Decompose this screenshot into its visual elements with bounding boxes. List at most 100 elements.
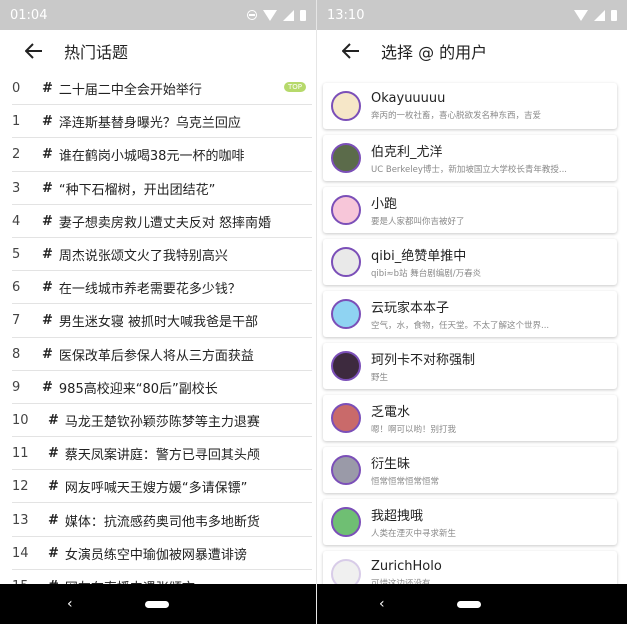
user-card[interactable]: 乏電水 嗯！啊可以哟！别打我: [323, 395, 617, 441]
user-list: Okayuuuuu 奔丙的一枚社畜，喜心脱欲发名种东西，吉爱伯克利_尤洋 UC Be…: [317, 72, 627, 584]
status-time: 01:04: [10, 7, 48, 23]
topic-title: 网友呼喊天王嫂方媛“多请保镖”: [64, 481, 248, 497]
topic-row[interactable]: 2 # 谁在鹤岗小城喝38元一杯的咖啡: [0, 138, 316, 172]
topic-rank: 6: [12, 280, 21, 296]
topic-rank: 0: [12, 81, 21, 97]
user-card[interactable]: 珂列卡不对称强制野生: [323, 343, 617, 389]
app-bar: 选择 @ 的用户: [317, 30, 627, 72]
hashtag-icon: #: [42, 114, 53, 130]
topic-title: 妻子想卖房救儿遭丈夫反对 怒摔南婚: [58, 215, 272, 231]
user-name: 伯克利_尤洋: [371, 145, 443, 160]
user-card[interactable]: 我超拽哦 人类在湮灭中寻求新生: [323, 499, 617, 545]
user-name: Okayuuuuu: [371, 91, 446, 106]
page-title: 热门话题: [64, 43, 129, 62]
hashtag-icon: #: [42, 81, 53, 97]
status-bar: 01:04: [0, 0, 316, 30]
user-info: Okayuuuuu 奔丙的一枚社畜，喜心脱欲发名种东西，吉爱: [371, 91, 541, 121]
avatar: [331, 143, 361, 173]
topic-title: 985高校迎来“80后”副校长: [58, 381, 218, 397]
hashtag-icon: #: [48, 545, 59, 561]
topic-rank: 12: [12, 479, 29, 495]
topic-row[interactable]: 0 # 二十届二中全会开始举行 TOP: [0, 72, 316, 106]
topic-row[interactable]: 5 # 周杰说张颂文火了我特别高兴: [0, 238, 316, 272]
topic-title: 周杰说张颂文火了我特别高兴: [58, 249, 228, 265]
topic-title: 二十届二中全会开始举行: [58, 83, 202, 99]
topic-row[interactable]: 12 # 网友呼喊天王嫂方媛“多请保镖”: [0, 470, 316, 504]
topic-rank: 4: [12, 213, 21, 229]
hashtag-icon: #: [48, 412, 59, 428]
hashtag-icon: #: [48, 446, 59, 462]
user-card[interactable]: 云玩家本本子 空气，水，食物，任天堂。不太了解这个世界...: [323, 291, 617, 337]
hashtag-icon: #: [42, 346, 53, 362]
user-card[interactable]: Okayuuuuu 奔丙的一枚社畜，喜心脱欲发名种东西，吉爱: [323, 83, 617, 129]
status-icons: [247, 9, 306, 21]
hashtag-icon: #: [42, 313, 53, 329]
user-bio: 人类在湮灭中寻求新生: [371, 529, 457, 539]
topic-row[interactable]: 8 # 医保改革后参保人将从三方面获益: [0, 338, 316, 371]
hashtag-icon: #: [48, 512, 59, 528]
topic-row[interactable]: 7 # 男生迷女寝 被抓时大喊我爸是干部: [0, 304, 316, 338]
navigation-bar: ‹: [0, 584, 316, 624]
topic-rank: 2: [12, 147, 21, 163]
topic-title: 医保改革后参保人将从三方面获益: [58, 348, 254, 364]
avatar: [331, 351, 361, 381]
topic-row[interactable]: 9 #985高校迎来“80后”副校长: [0, 371, 316, 404]
topic-rank: 1: [12, 114, 21, 130]
user-info: 我超拽哦 人类在湮灭中寻求新生: [371, 505, 456, 539]
user-card[interactable]: 伯克利_尤洋 UC Berkeley博士，新加坡国立大学校长青年教授...: [323, 135, 617, 181]
navigation-bar: ‹: [317, 584, 627, 624]
topic-title: 泽连斯基替身曝光？乌克兰回应: [58, 116, 241, 132]
battery-icon: [300, 9, 306, 21]
topic-row[interactable]: 6 # 在一线城市养老需要花多少钱？: [0, 271, 316, 305]
avatar: [331, 507, 361, 537]
avatar: [331, 247, 361, 277]
right-screen: 13:10 选择 @ 的用户 Okayuuuuu 奔丙的一枚社畜，喜心脱欲发名种东…: [317, 0, 627, 624]
user-info: 小跑要是人家都叫你吉被好了: [371, 193, 465, 227]
hashtag-icon: #: [42, 213, 53, 229]
user-card[interactable]: qibi_绝赞单推中 qibi≈b站 舞台剧编剧/万春炎: [323, 239, 617, 285]
nav-back-icon[interactable]: ‹: [379, 596, 385, 612]
topic-rank: 14: [12, 545, 29, 561]
signal-icon: [594, 9, 605, 21]
topic-row[interactable]: 10 # 马龙王楚钦孙颖莎陈梦等主力退赛: [0, 404, 316, 438]
user-card[interactable]: 小跑要是人家都叫你吉被好了: [323, 187, 617, 233]
topic-row[interactable]: 14 # 女演员练空中瑜伽被网暴遭诽谤: [0, 537, 316, 570]
topic-row[interactable]: 13 # 媒体：抗流感药奥司他韦多地断货: [0, 503, 316, 537]
user-bio: qibi≈b站 舞台剧编剧/万春炎: [371, 269, 482, 279]
topic-row[interactable]: 1 # 泽连斯基替身曝光？乌克兰回应: [0, 105, 316, 139]
status-bar: 13:10: [317, 0, 627, 30]
nav-home-pill[interactable]: [457, 600, 481, 608]
topic-row[interactable]: 4 # 妻子想卖房救儿遭丈夫反对 怒摔南婚: [0, 205, 316, 238]
signal-icon: [283, 9, 294, 21]
user-bio: 嗯！啊可以哟！别打我: [371, 425, 457, 435]
back-arrow-icon[interactable]: [22, 39, 46, 63]
left-screen: 01:04 热门话题 0 # 二十届二中全会开始举行 TOP 1 # 泽连斯基替身曝光？乌克…: [0, 0, 317, 624]
avatar: [331, 455, 361, 485]
user-name: qibi_绝赞单推中: [371, 249, 467, 264]
user-info: 伯克利_尤洋 UC Berkeley博士，新加坡国立大学校长青年教授...: [371, 141, 567, 175]
avatar: [331, 403, 361, 433]
page-title: 选择 @ 的用户: [381, 43, 488, 62]
user-name: 衍生昧: [371, 457, 411, 472]
nav-home-pill[interactable]: [145, 600, 169, 608]
user-bio: 野生: [371, 373, 389, 383]
user-name: 珂列卡不对称强制: [371, 353, 476, 368]
user-bio: UC Berkeley博士，新加坡国立大学校长青年教授...: [371, 165, 567, 175]
hashtag-icon: #: [42, 147, 53, 163]
nav-back-icon[interactable]: ‹: [67, 596, 73, 612]
user-info: ZurichHolo 可惜这边还没有: [371, 559, 442, 584]
user-bio: 奔丙的一枚社畜，喜心脱欲发名种东西，吉爱: [371, 111, 542, 121]
user-bio: 要是人家都叫你吉被好了: [371, 217, 465, 227]
user-name: 小跑: [371, 197, 398, 212]
topic-title: 女演员练空中瑜伽被网暴遭诽谤: [64, 547, 247, 563]
user-card[interactable]: 衍生昧恒常恒常恒常恒常: [323, 447, 617, 493]
topic-row[interactable]: 11 # 蔡天凤案讲庭：警方已寻回其头颅: [0, 437, 316, 471]
topic-title: 网友在直播中遇张颂文: [65, 577, 195, 584]
back-arrow-icon[interactable]: [339, 39, 363, 63]
user-bio: 恒常恒常恒常恒常: [371, 477, 440, 487]
topic-row[interactable]: 3 # “种下石榴树，开出团结花”: [0, 172, 316, 205]
app-bar: 热门话题: [0, 30, 316, 72]
topic-row[interactable]: 15#网友在直播中遇张颂文: [0, 570, 316, 584]
battery-icon: [611, 9, 617, 21]
user-card[interactable]: ZurichHolo 可惜这边还没有: [323, 551, 617, 584]
